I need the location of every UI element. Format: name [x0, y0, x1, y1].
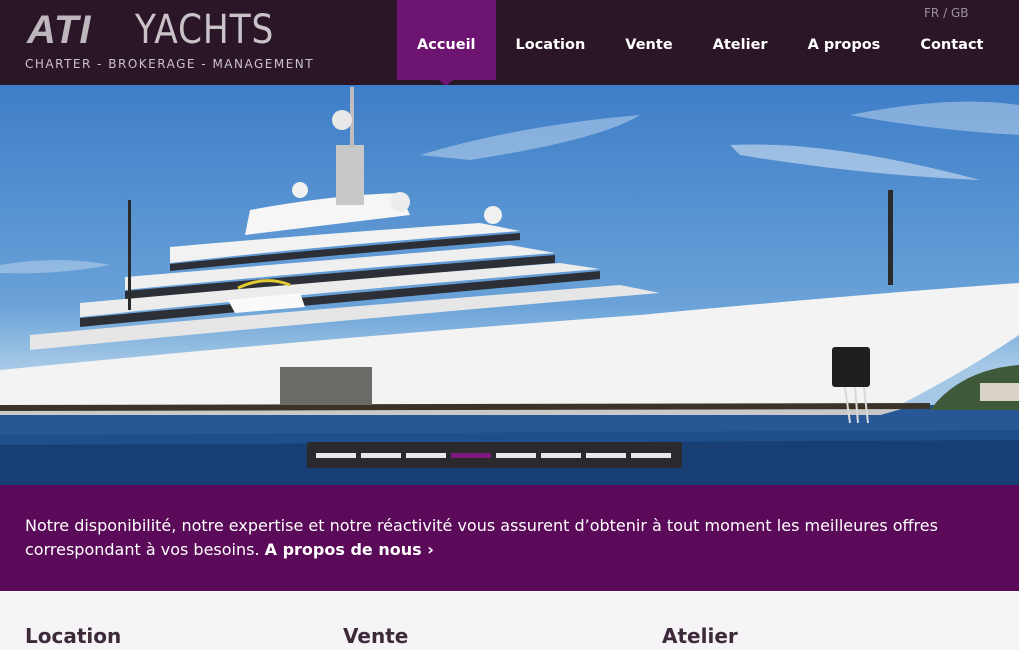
- section-title-vente[interactable]: Vente: [343, 624, 408, 648]
- section-title-location[interactable]: Location: [25, 624, 121, 648]
- hero-yacht-image: [0, 87, 1019, 485]
- slider-dot[interactable]: [316, 452, 356, 458]
- nav-label: Accueil: [417, 37, 476, 53]
- slider-dot[interactable]: [361, 452, 401, 458]
- nav-item-vente[interactable]: Vente: [605, 0, 692, 80]
- nav-item-location[interactable]: Location: [496, 0, 606, 80]
- tagline-text: Notre disponibilité, notre expertise et …: [25, 516, 938, 559]
- hero-slider: [0, 85, 1019, 485]
- nav-label: Contact: [920, 37, 984, 53]
- nav-item-atelier[interactable]: Atelier: [693, 0, 788, 80]
- site-header: ATI YACHTS CHARTER - BROKERAGE - MANAGEM…: [0, 0, 1019, 86]
- about-us-link[interactable]: A propos de nous ›: [265, 540, 434, 559]
- logo-mark: ATI: [27, 8, 92, 52]
- sections-row: Location Vente Atelier: [0, 591, 1019, 650]
- nav-item-a-propos[interactable]: A propos: [788, 0, 901, 80]
- slider-dot[interactable]: [541, 452, 581, 458]
- nav-item-accueil[interactable]: Accueil: [397, 0, 496, 86]
- nav-label: Vente: [625, 37, 673, 53]
- logo-tagline: CHARTER - BROKERAGE - MANAGEMENT: [25, 57, 315, 71]
- slider-pagination: [307, 442, 682, 468]
- nav-label: Atelier: [712, 37, 768, 53]
- logo-name: YACHTS: [135, 7, 275, 53]
- tagline-banner: Notre disponibilité, notre expertise et …: [0, 485, 1019, 591]
- nav-label: A propos: [807, 37, 881, 53]
- section-title-atelier[interactable]: Atelier: [662, 624, 738, 648]
- nav-item-contact[interactable]: Contact: [900, 0, 1003, 80]
- slider-dot[interactable]: [496, 452, 536, 458]
- slider-dot[interactable]: [406, 452, 446, 458]
- slider-dot[interactable]: [631, 452, 671, 458]
- nav-label: Location: [515, 37, 586, 53]
- site-logo[interactable]: ATI YACHTS CHARTER - BROKERAGE - MANAGEM…: [25, 7, 313, 74]
- tagline-paragraph: Notre disponibilité, notre expertise et …: [25, 514, 985, 562]
- main-nav: Accueil Location Vente Atelier A propos …: [397, 0, 1003, 86]
- slider-dot[interactable]: [586, 452, 626, 458]
- slider-dot-active[interactable]: [451, 452, 491, 458]
